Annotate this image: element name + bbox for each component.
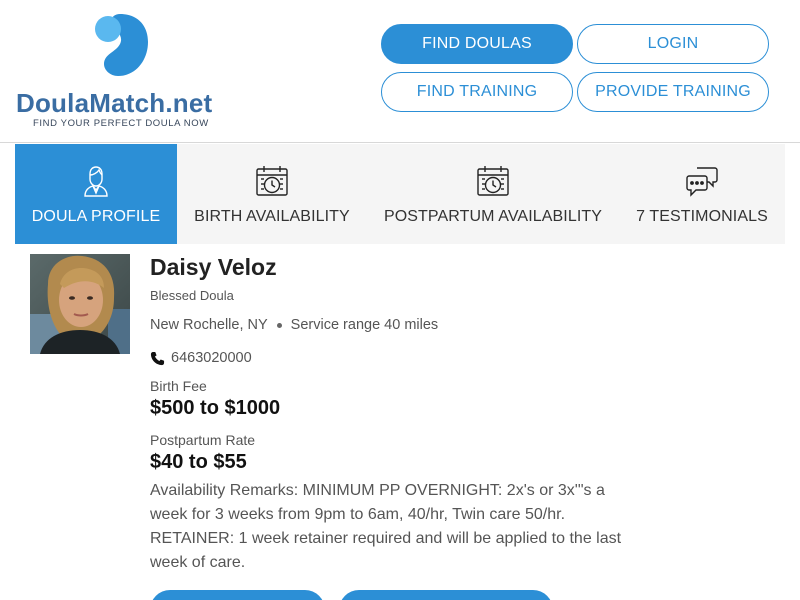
- doula-name: Daisy Veloz: [150, 254, 277, 280]
- profile-photo: [30, 254, 130, 354]
- postpartum-rate-value: $40 to $55: [150, 451, 247, 473]
- availability-remarks: Availability Remarks: MINIMUM PP OVERNIG…: [150, 482, 622, 571]
- doula-subtitle: Blessed Doula: [150, 288, 234, 303]
- phone-row[interactable]: 6463020000: [150, 350, 252, 366]
- tab-testimonials[interactable]: 7 TESTIMONIALS: [619, 144, 785, 244]
- login-button[interactable]: LOGIN: [577, 24, 769, 64]
- service-range: Service range 40 miles: [290, 317, 439, 333]
- phone-icon: [150, 351, 165, 365]
- logo-mark-icon: [95, 14, 148, 76]
- doula-location: New Rochelle, NY: [150, 317, 268, 333]
- birth-fee-label: Birth Fee: [150, 378, 207, 394]
- postpartum-rate-label: Postpartum Rate: [150, 432, 256, 448]
- secondary-action-button[interactable]: [339, 590, 553, 600]
- tab-label: POSTPARTUM AVAILABILITY: [383, 208, 603, 225]
- site-header: DoulaMatch.net FIND YOUR PERFECT DOULA N…: [0, 0, 800, 143]
- person-icon: [84, 166, 108, 197]
- birth-fee-value: $500 to $1000: [150, 397, 281, 419]
- logo-tagline: FIND YOUR PERFECT DOULA NOW: [33, 118, 209, 129]
- logo-name: DoulaMatch: [16, 88, 166, 118]
- tab-label: 7 TESTIMONIALS: [636, 208, 768, 225]
- logo-domain: .net: [165, 88, 213, 118]
- phone-number[interactable]: 6463020000: [171, 350, 252, 366]
- logo-wordmark: DoulaMatch.net: [16, 88, 212, 119]
- tab-birth-availability[interactable]: BIRTH AVAILABILITY: [177, 144, 367, 244]
- provide-training-button[interactable]: PROVIDE TRAINING: [577, 72, 769, 112]
- find-training-button[interactable]: FIND TRAINING: [381, 72, 573, 112]
- calendar-clock-icon: [477, 166, 509, 196]
- avatar-image: [30, 254, 130, 354]
- profile-tabs: DOULA PROFILE BIRTH AVAILABILITY POSTPAR…: [15, 144, 785, 244]
- chat-bubbles-icon: [686, 167, 718, 197]
- location-row: New Rochelle, NY Service range 40 miles: [150, 317, 438, 333]
- separator-dot: [276, 322, 282, 328]
- calendar-clock-icon: [256, 166, 288, 196]
- tab-label: BIRTH AVAILABILITY: [194, 208, 350, 225]
- contact-button[interactable]: [150, 590, 325, 600]
- tab-postpartum-availability[interactable]: POSTPARTUM AVAILABILITY: [367, 144, 619, 244]
- tab-doula-profile[interactable]: DOULA PROFILE: [15, 144, 177, 244]
- find-doulas-button[interactable]: FIND DOULAS: [381, 24, 573, 64]
- site-logo[interactable]: DoulaMatch.net FIND YOUR PERFECT DOULA N…: [16, 12, 226, 132]
- tab-label: DOULA PROFILE: [31, 208, 161, 225]
